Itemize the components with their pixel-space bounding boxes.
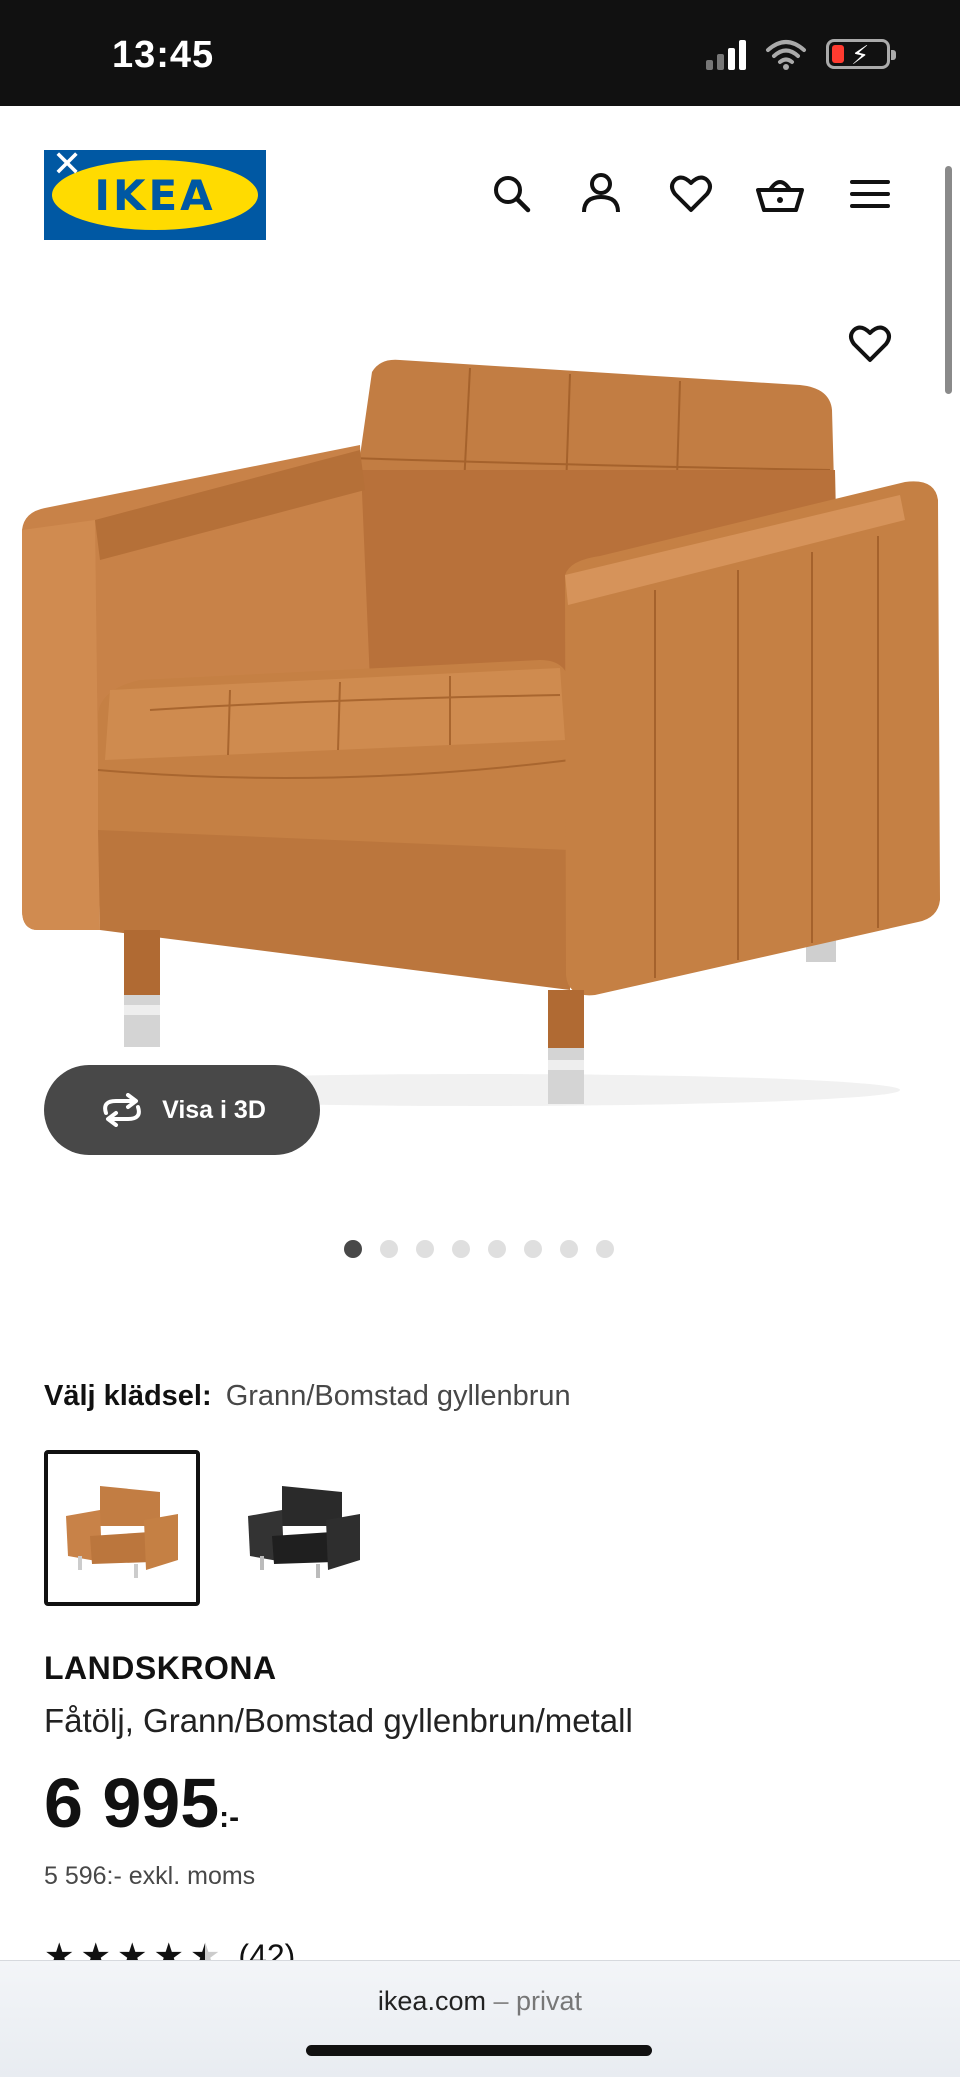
price-excl-vat: 5 596:- exkl. moms (44, 1862, 256, 1890)
price-amount: 6 995 (44, 1764, 220, 1842)
logo-text: IKEA (94, 170, 216, 220)
home-indicator[interactable] (306, 2045, 652, 2056)
view-3d-button[interactable]: Visa i 3D (44, 1065, 320, 1155)
carousel-dot[interactable] (596, 1240, 614, 1258)
carousel-dot[interactable] (452, 1240, 470, 1258)
menu-icon[interactable] (846, 170, 894, 218)
cart-icon[interactable] (756, 170, 804, 218)
product-price: 6 995:- (44, 1768, 239, 1853)
status-time: 13:45 (112, 34, 215, 76)
carousel-dot[interactable] (416, 1240, 434, 1258)
product-image[interactable] (0, 290, 960, 1190)
upholstery-label: Välj klädsel: (44, 1380, 212, 1412)
carousel-dot[interactable] (344, 1240, 362, 1258)
browser-bottom-bar (0, 1960, 960, 2077)
private-mode-label: privat (516, 1986, 583, 2016)
battery-icon: ⚡ (826, 39, 896, 70)
wifi-icon (766, 40, 806, 70)
rotate-3d-icon (103, 1093, 141, 1127)
product-name: LANDSKRONA (44, 1650, 277, 1686)
swatch-golden-brown-image (66, 1486, 178, 1578)
product-description: Fåtölj, Grann/Bomstad gyllenbrun/metall (44, 1702, 633, 1739)
carousel-dot[interactable] (488, 1240, 506, 1258)
favorite-heart-icon[interactable] (846, 320, 894, 368)
carousel-dots (344, 1240, 614, 1258)
signal-icon (706, 38, 746, 70)
carousel-dot[interactable] (380, 1240, 398, 1258)
url-separator: – (493, 1986, 509, 2016)
status-icons: ⚡ (706, 38, 896, 70)
upholstery-selector: Välj klädsel: Grann/Bomstad gyllenbrun (44, 1380, 571, 1413)
carousel-dot[interactable] (524, 1240, 542, 1258)
address-bar[interactable]: ikea.com – privat (0, 1986, 960, 2017)
status-bar: 13:45 ⚡ (0, 0, 960, 106)
swatch-golden-brown[interactable] (44, 1450, 200, 1606)
user-icon[interactable] (577, 170, 625, 218)
upholstery-value: Grann/Bomstad gyllenbrun (225, 1380, 571, 1412)
price-suffix: :- (219, 1801, 240, 1834)
close-icon[interactable]: ✕ (52, 146, 82, 182)
swatch-black-leather[interactable] (226, 1450, 382, 1606)
search-icon[interactable] (488, 170, 536, 218)
url-domain: ikea.com (377, 1986, 486, 2016)
swatch-black-leather-image (248, 1486, 360, 1578)
view-3d-label: Visa i 3D (162, 1095, 266, 1124)
heart-icon[interactable] (667, 170, 715, 218)
carousel-dot[interactable] (560, 1240, 578, 1258)
